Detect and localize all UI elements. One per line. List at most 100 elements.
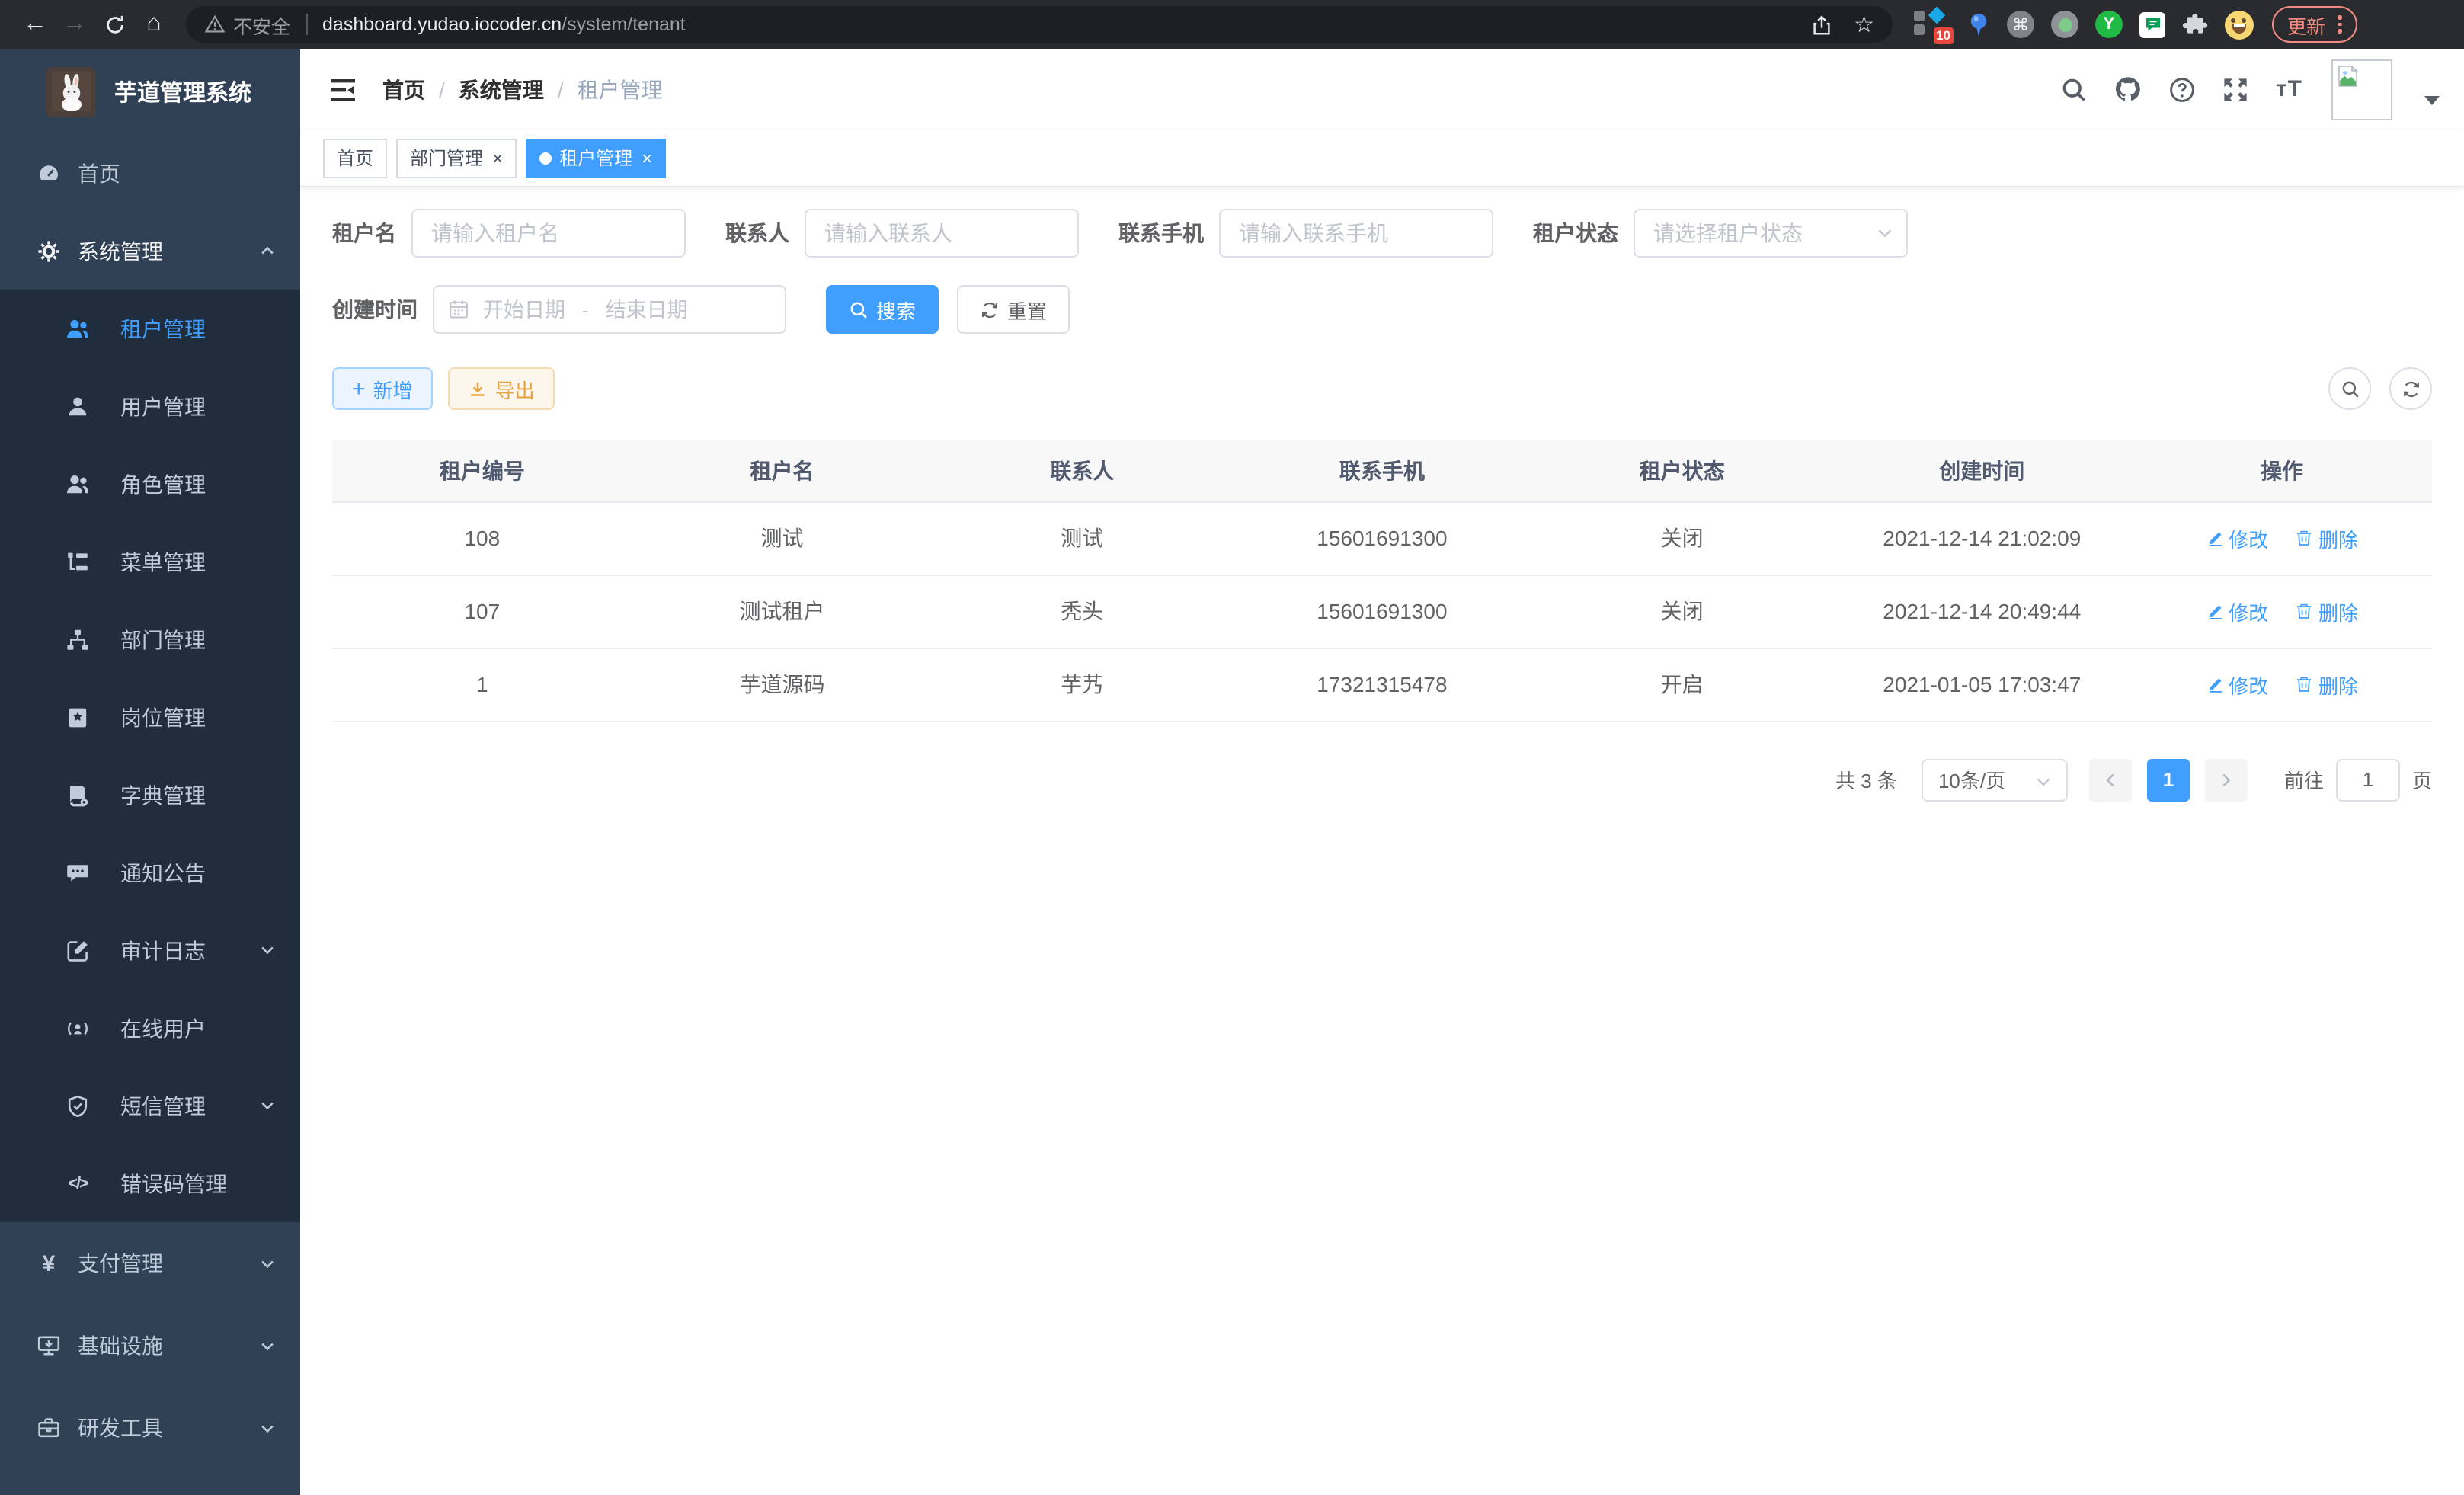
app-logo-row[interactable]: 芋道管理系统 <box>0 49 300 134</box>
balloon-extension-icon[interactable] <box>1967 11 1990 37</box>
share-icon[interactable] <box>1810 13 1832 36</box>
date-range-picker[interactable]: - <box>433 285 786 334</box>
edit-link[interactable]: 修改 <box>2206 597 2268 626</box>
delete-link[interactable]: 删除 <box>2296 670 2358 699</box>
trash-icon <box>2296 602 2314 620</box>
sidebar-item-label: 支付管理 <box>78 1248 163 1279</box>
chevron-right-icon <box>2217 770 2235 789</box>
sidebar-item-label: 租户管理 <box>120 313 206 344</box>
edit-link[interactable]: 修改 <box>2206 670 2268 699</box>
sidebar-item-tenant[interactable]: 租户管理 <box>0 290 300 367</box>
sidebar-item-infra[interactable]: 基础设施 <box>0 1305 300 1387</box>
chevron-down-icon <box>259 1337 276 1354</box>
user-avatar[interactable] <box>2331 59 2392 120</box>
main-area: 首页 / 系统管理 / 租户管理 тT <box>300 49 2464 1495</box>
sidebar-item-online[interactable]: 在线用户 <box>0 989 300 1067</box>
profile-avatar-icon[interactable] <box>2225 10 2254 39</box>
breadcrumb-system[interactable]: 系统管理 <box>459 74 544 104</box>
reset-button[interactable]: 重置 <box>957 285 1070 334</box>
next-page-button[interactable] <box>2205 758 2248 801</box>
table-row: 108 测试 测试 15601691300 关闭 2021-12-14 21:0… <box>332 501 2432 575</box>
sidebar-item-errcode[interactable]: </> 错误码管理 <box>0 1144 300 1222</box>
browser-menu-icon[interactable] <box>2338 16 2341 34</box>
cell-contact: 秃头 <box>932 575 1232 648</box>
tab-close-icon[interactable]: × <box>642 149 652 167</box>
browser-update-button[interactable]: 更新 <box>2272 6 2357 43</box>
sidebar-item-label: 错误码管理 <box>120 1168 227 1199</box>
puzzle-extensions-icon[interactable] <box>2182 11 2208 37</box>
recorder-extension-icon[interactable] <box>2051 11 2078 38</box>
sidebar-item-sms[interactable]: 短信管理 <box>0 1067 300 1144</box>
goto-page-input[interactable] <box>2336 758 2400 801</box>
tab-dept[interactable]: 部门管理 × <box>396 138 517 178</box>
cell-tenant-name: 芋道源码 <box>632 648 933 721</box>
sidebar-item-audit[interactable]: 审计日志 <box>0 911 300 989</box>
address-bar[interactable]: 不安全 dashboard.yudao.iocoder.cn/system/te… <box>186 6 1893 43</box>
cell-create-time: 2021-01-05 17:03:47 <box>1832 648 2132 721</box>
sidebar-item-label: 在线用户 <box>120 1013 206 1043</box>
chevron-down-icon <box>1876 224 1894 242</box>
sidebar-fold-icon[interactable] <box>328 74 358 104</box>
browser-reload-icon[interactable] <box>94 5 134 44</box>
contact-input[interactable] <box>805 209 1079 258</box>
trash-icon <box>2296 675 2314 693</box>
browser-forward-icon[interactable]: → <box>55 5 94 44</box>
page-button-1[interactable]: 1 <box>2147 758 2190 801</box>
help-icon[interactable] <box>2169 75 2197 103</box>
sidebar-item-user[interactable]: 用户管理 <box>0 367 300 445</box>
tenant-table: 租户编号 租户名 联系人 联系手机 租户状态 创建时间 操作 108 测试 <box>332 440 2432 722</box>
page-size-select[interactable]: 10条/页 <box>1922 758 2068 801</box>
end-date-input[interactable] <box>592 298 702 321</box>
edit-link[interactable]: 修改 <box>2206 523 2268 552</box>
mobile-input[interactable] <box>1219 209 1493 258</box>
start-date-input[interactable] <box>469 298 579 321</box>
cell-create-time: 2021-12-14 21:02:09 <box>1832 501 2132 575</box>
command-extension-icon[interactable]: ⌘ <box>2007 11 2034 38</box>
github-icon[interactable] <box>2114 75 2143 104</box>
mobile-label: 联系手机 <box>1118 218 1204 248</box>
sidebar-item-pay[interactable]: ¥ 支付管理 <box>0 1222 300 1305</box>
sidebar-item-dept[interactable]: 部门管理 <box>0 600 300 678</box>
delete-link[interactable]: 删除 <box>2296 523 2358 552</box>
sidebar-item-home[interactable]: 首页 <box>0 134 300 212</box>
extension-grid-icon[interactable]: 10 <box>1914 8 1950 41</box>
font-size-icon[interactable]: тT <box>2276 76 2302 102</box>
dictionary-icon <box>66 783 90 807</box>
toggle-search-button[interactable] <box>2328 367 2371 410</box>
delete-link[interactable]: 删除 <box>2296 597 2358 626</box>
breadcrumb-home[interactable]: 首页 <box>382 74 425 104</box>
table-row: 107 测试租户 秃头 15601691300 关闭 2021-12-14 20… <box>332 575 2432 648</box>
sidebar-item-devtools[interactable]: 研发工具 <box>0 1387 300 1469</box>
status-select-input[interactable] <box>1634 209 1908 258</box>
sidebar-item-role[interactable]: 角色管理 <box>0 445 300 523</box>
search-button[interactable]: 搜索 <box>826 285 939 334</box>
y-extension-icon[interactable]: Y <box>2095 11 2123 38</box>
refresh-table-button[interactable] <box>2389 367 2432 410</box>
cell-mobile: 15601691300 <box>1232 501 1532 575</box>
sidebar-item-system[interactable]: 系统管理 <box>0 212 300 290</box>
bookmark-star-icon[interactable]: ☆ <box>1854 11 1874 38</box>
prev-page-button[interactable] <box>2089 758 2132 801</box>
system-submenu: 租户管理 用户管理 角色管理 菜单管理 部门管理 <box>0 290 300 1222</box>
avatar-dropdown-caret-icon[interactable] <box>2424 95 2440 104</box>
browser-home-icon[interactable]: ⌂ <box>134 5 174 44</box>
tab-tenant[interactable]: 租户管理 × <box>526 138 666 178</box>
briefcase-icon <box>37 1416 61 1440</box>
tab-home[interactable]: 首页 <box>323 138 387 178</box>
status-select[interactable] <box>1634 209 1908 258</box>
browser-back-icon[interactable]: ← <box>15 5 55 44</box>
security-label[interactable]: 不安全 <box>233 10 290 39</box>
sidebar-item-notice[interactable]: 通知公告 <box>0 834 300 911</box>
fullscreen-icon[interactable] <box>2222 75 2250 103</box>
tenant-name-input[interactable] <box>411 209 686 258</box>
tab-close-icon[interactable]: × <box>492 149 503 167</box>
warning-icon <box>204 14 226 35</box>
header-search-icon[interactable] <box>2061 75 2088 103</box>
sidebar-item-menu[interactable]: 菜单管理 <box>0 523 300 600</box>
sidebar-item-dict[interactable]: 字典管理 <box>0 756 300 834</box>
col-status: 租户状态 <box>1532 440 1832 501</box>
add-button[interactable]: + 新增 <box>332 367 433 410</box>
export-button[interactable]: 导出 <box>448 367 555 410</box>
chat-extension-icon[interactable] <box>2139 11 2165 37</box>
sidebar-item-post[interactable]: 岗位管理 <box>0 678 300 756</box>
